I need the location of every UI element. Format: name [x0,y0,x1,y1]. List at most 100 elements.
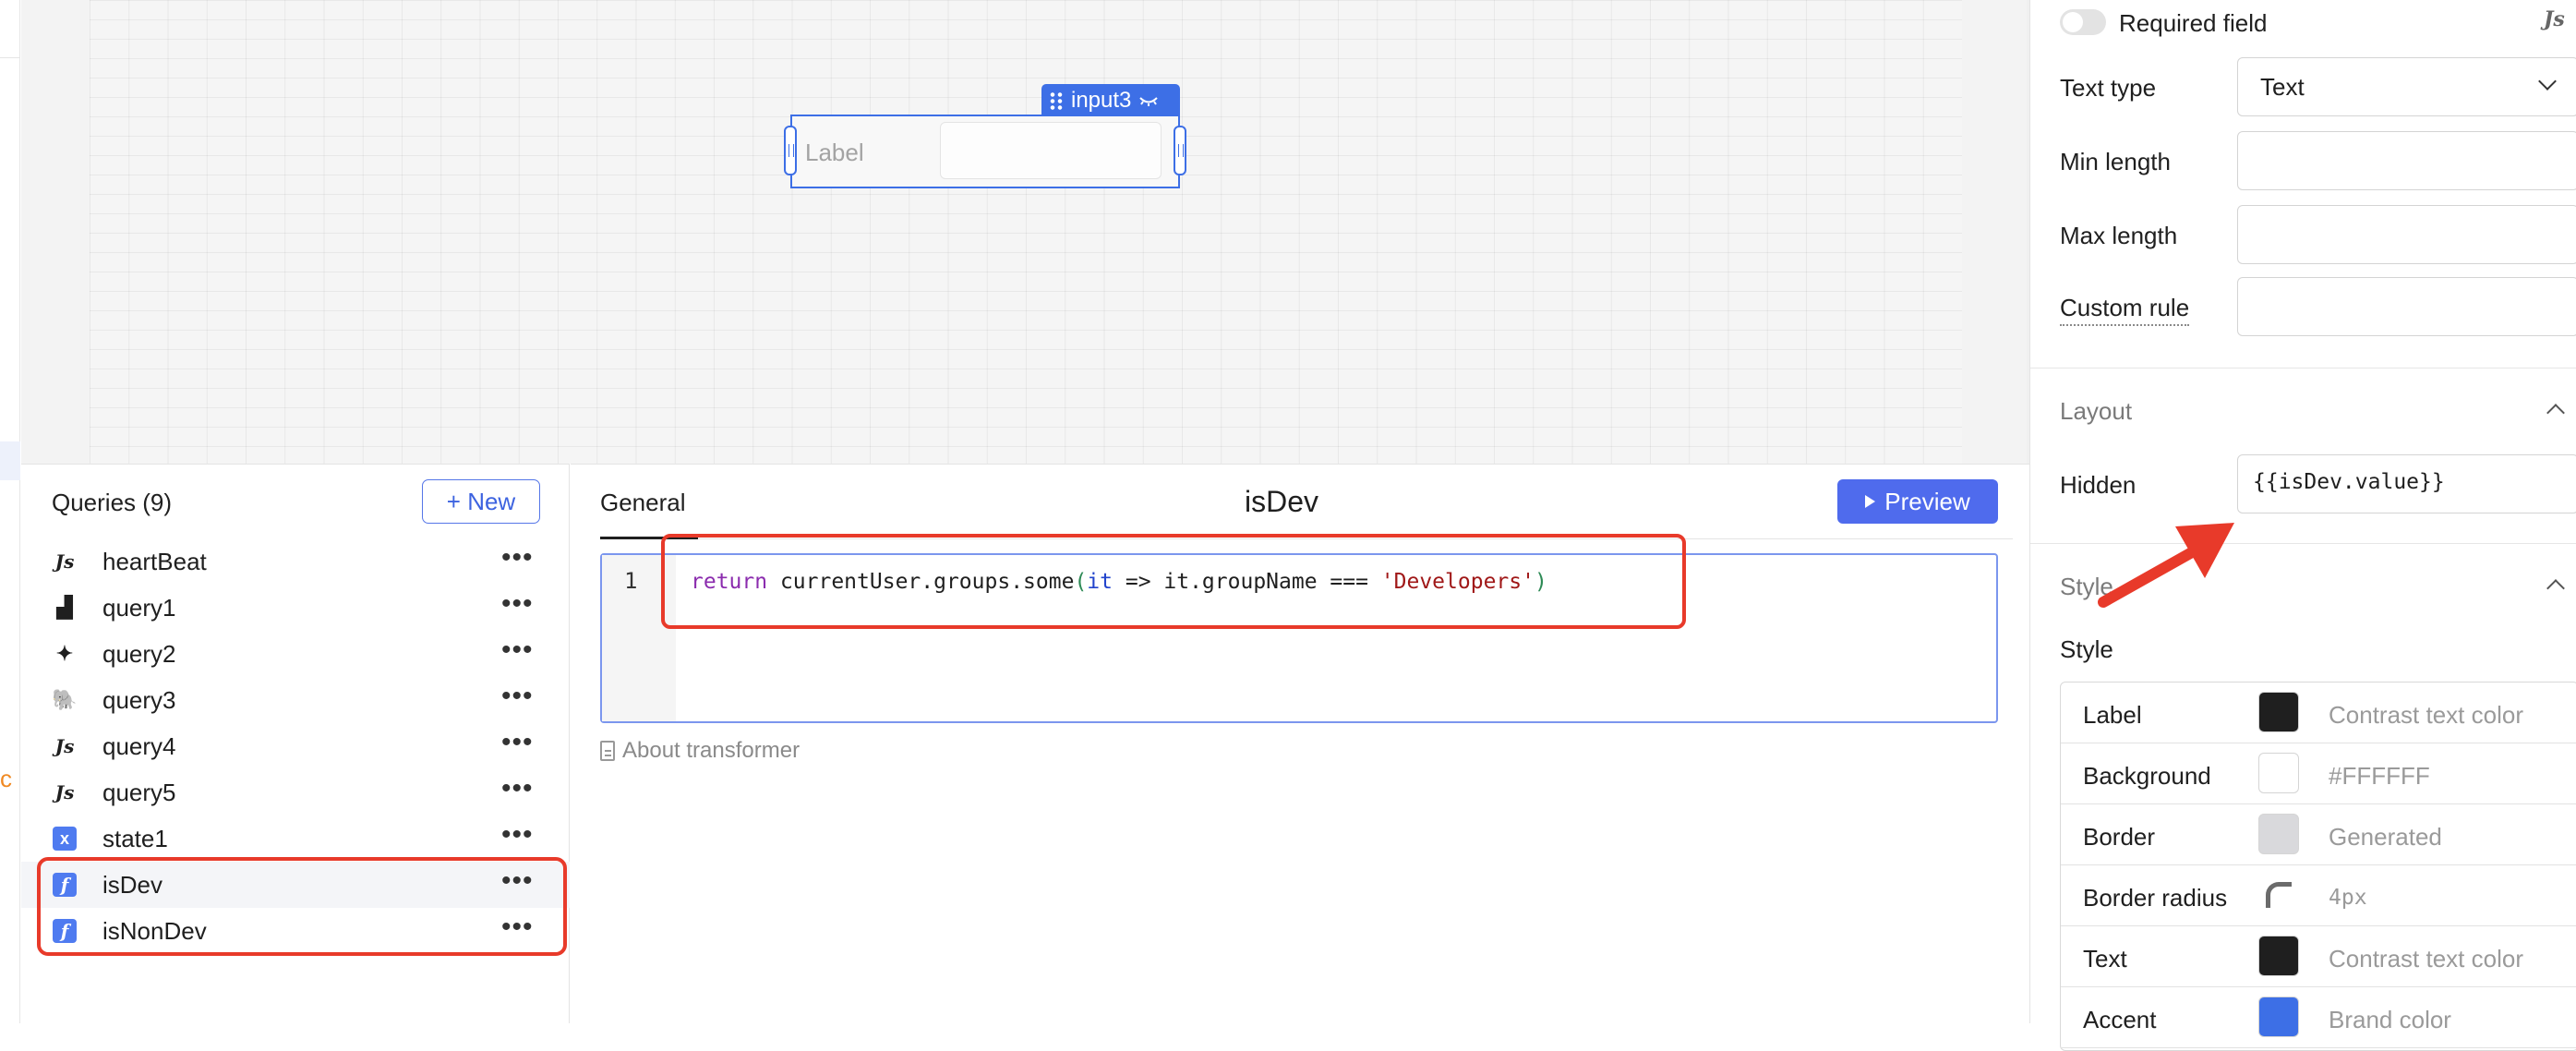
left-edge-strip: c [0,0,20,1023]
color-swatch[interactable] [2258,997,2299,1037]
grid-icon: ▟ [56,596,73,619]
more-options-icon[interactable]: ••• [501,588,534,620]
layout-section-title: Layout [2060,397,2133,425]
js-icon: Js [54,781,75,803]
more-options-icon[interactable]: ••• [501,773,534,804]
widget-input-box[interactable] [940,122,1162,179]
preview-button[interactable]: Preview [1837,479,1998,524]
annotation-box-queries [37,857,567,956]
input-widget[interactable]: Label [784,115,1186,188]
query-item[interactable]: Js query5 ••• [21,769,570,815]
query-item[interactable]: 🐘 query3 ••• [21,677,570,723]
style-row-label: Label [2083,701,2142,729]
chevron-down-icon [2538,72,2557,91]
style-table: Label Contrast text color Background #FFFFF… [2060,682,2576,1051]
more-options-icon[interactable]: ••• [501,727,534,758]
js-icon: Js [54,735,75,757]
query-name: query4 [102,731,176,760]
style-row[interactable]: Text Contrast text color [2061,926,2576,987]
style-row-value[interactable]: #FFFFFF [2329,762,2430,791]
style-row-label: Accent [2083,1006,2157,1033]
style-row[interactable]: Label Contrast text color [2061,683,2576,743]
drag-grip-icon[interactable] [1049,91,1064,110]
new-query-button[interactable]: + New [422,479,540,524]
more-options-icon[interactable]: ••• [501,819,534,851]
widget-label: Label [805,139,864,166]
style-row-label: Background [2083,762,2211,790]
resize-handle-left[interactable] [784,126,797,175]
min-length-input[interactable] [2237,131,2576,190]
max-length-label: Max length [2060,222,2178,249]
query-item[interactable]: Js query4 ••• [21,723,570,769]
js-icon[interactable]: Js [2544,7,2565,31]
color-swatch[interactable] [2258,814,2299,854]
canvas-grid[interactable] [90,0,1962,464]
strip-mark: c [0,765,12,792]
about-label: About transformer [622,738,800,763]
query-item[interactable]: ✦ query2 ••• [21,631,570,677]
hidden-label: Hidden [2060,471,2137,499]
query-name: query3 [102,685,176,714]
text-type-label: Text type [2060,74,2157,102]
text-type-select[interactable]: Text [2237,57,2576,116]
about-transformer-link[interactable]: About transformer [600,738,800,764]
query-name: heartBeat [102,547,207,575]
play-icon [1865,495,1876,508]
editor-title: isDev [1244,485,1318,518]
state-icon: x [53,827,77,851]
custom-rule-input[interactable] [2237,277,2576,336]
style-row[interactable]: Border radius 4px [2061,865,2576,926]
inspector-panel: Required field Js Text type Text Min len… [2029,0,2576,1051]
color-swatch[interactable] [2258,936,2299,976]
required-field-toggle[interactable] [2060,9,2106,35]
min-length-label: Min length [2060,148,2171,175]
query-name: state1 [102,824,168,852]
style-row-label: Border radius [2083,884,2228,912]
resize-handle-right[interactable] [1174,126,1186,175]
more-options-icon[interactable]: ••• [501,634,534,666]
strip-highlight [0,441,20,480]
query-item[interactable]: x state1 ••• [21,815,570,862]
color-swatch[interactable] [2258,692,2299,732]
queries-title: Queries (9) [52,489,173,516]
widget-name: input3 [1071,87,1132,113]
more-options-icon[interactable]: ••• [501,681,534,712]
max-length-input[interactable] [2237,205,2576,264]
rocket-icon: ✦ [55,642,74,665]
style-row[interactable]: Border Generated [2061,804,2576,865]
border-radius-icon [2266,882,2292,908]
style-row-value[interactable]: Contrast text color [2329,701,2523,730]
query-name: query5 [102,778,176,806]
eye-hidden-icon[interactable] [1138,93,1159,108]
style-row-label: Text [2083,945,2127,972]
query-name: query1 [102,593,176,622]
query-name: query2 [102,639,176,668]
annotation-arrow-icon [2098,523,2234,608]
preview-label: Preview [1884,487,1970,515]
js-icon: Js [54,550,75,573]
style-row-label: Border [2083,823,2156,851]
widget-name-tag[interactable]: input3 [1041,84,1180,116]
collapse-style-icon[interactable] [2546,579,2565,598]
strip-divider [0,57,20,58]
text-type-value: Text [2260,73,2305,101]
style-row-value[interactable]: Contrast text color [2329,945,2523,973]
elephant-icon: 🐘 [52,688,78,711]
query-item[interactable]: Js heartBeat ••• [21,538,570,585]
required-field-label: Required field [2119,9,2268,37]
hidden-input[interactable]: {{isDev.value}} [2237,454,2576,513]
style-row[interactable]: Accent Brand color [2061,987,2576,1048]
collapse-layout-icon[interactable] [2546,404,2565,422]
custom-rule-label: Custom rule [2060,294,2190,326]
style-row-value[interactable]: 4px [2329,886,2367,910]
style-row-value[interactable]: Brand color [2329,1006,2451,1034]
document-icon [600,741,615,761]
hidden-value: {{isDev.value}} [2253,470,2445,494]
style-row-value[interactable]: Generated [2329,823,2442,852]
query-item[interactable]: ▟ query1 ••• [21,585,570,631]
more-options-icon[interactable]: ••• [501,542,534,574]
canvas-area [21,0,2051,464]
style-row[interactable]: Background #FFFFFF [2061,743,2576,804]
color-swatch[interactable] [2258,753,2299,793]
line-number: 1 [624,568,638,594]
